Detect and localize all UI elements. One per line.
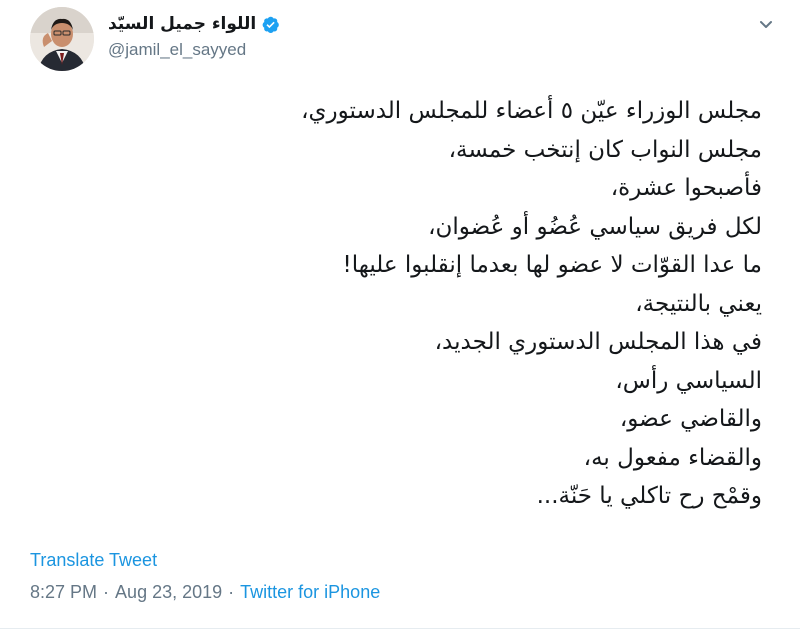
tweet-text-line: لكل فريق سياسي عُضُو أو عُضوان، (428, 213, 762, 240)
author-display-name[interactable]: اللواء جميل السيّد (108, 14, 256, 34)
tweet-metadata: 8:27 PM · Aug 23, 2019 · Twitter for iPh… (30, 582, 380, 603)
tweet-source-link[interactable]: Twitter for iPhone (240, 582, 380, 603)
tweet-card: اللواء جميل السيّد @jamil_el_sayyed مجلس… (0, 0, 800, 629)
tweet-date[interactable]: Aug 23, 2019 (115, 582, 222, 603)
author-name-row: اللواء جميل السيّد (108, 12, 280, 36)
tweet-text-line: فأصبحوا عشرة، (610, 175, 762, 201)
translate-tweet-link[interactable]: Translate Tweet (30, 550, 157, 571)
tweet-text-line: وقمْح رح تاكلي يا حَنّة... (536, 483, 762, 509)
meta-separator: · (103, 582, 110, 602)
tweet-text: مجلس الوزراء عيّن ٥ أعضاء للمجلس الدستور… (100, 92, 762, 516)
tweet-time[interactable]: 8:27 PM (30, 582, 97, 603)
chevron-down-icon[interactable] (756, 14, 776, 34)
tweet-text-line: مجلس النواب كان إنتخب خمسة، (448, 136, 762, 163)
tweet-text-line: ما عدا القوّات لا عضو لها بعدما إنقلبوا … (342, 252, 762, 278)
tweet-text-line: والقاضي عضو، (619, 406, 762, 432)
author-handle[interactable]: @jamil_el_sayyed (108, 40, 246, 60)
meta-separator: · (228, 582, 235, 602)
tweet-text-line: والقضاء مفعول به، (583, 444, 762, 471)
avatar[interactable] (30, 7, 94, 71)
tweet-text-line: يعني بالنتيجة، (635, 290, 762, 317)
tweet-text-line: مجلس الوزراء عيّن ٥ أعضاء للمجلس الدستور… (301, 98, 762, 124)
verified-badge-icon (261, 15, 280, 34)
tweet-text-line: في هذا المجلس الدستوري الجديد، (434, 329, 762, 355)
tweet-text-line: السياسي رأس، (615, 367, 762, 394)
